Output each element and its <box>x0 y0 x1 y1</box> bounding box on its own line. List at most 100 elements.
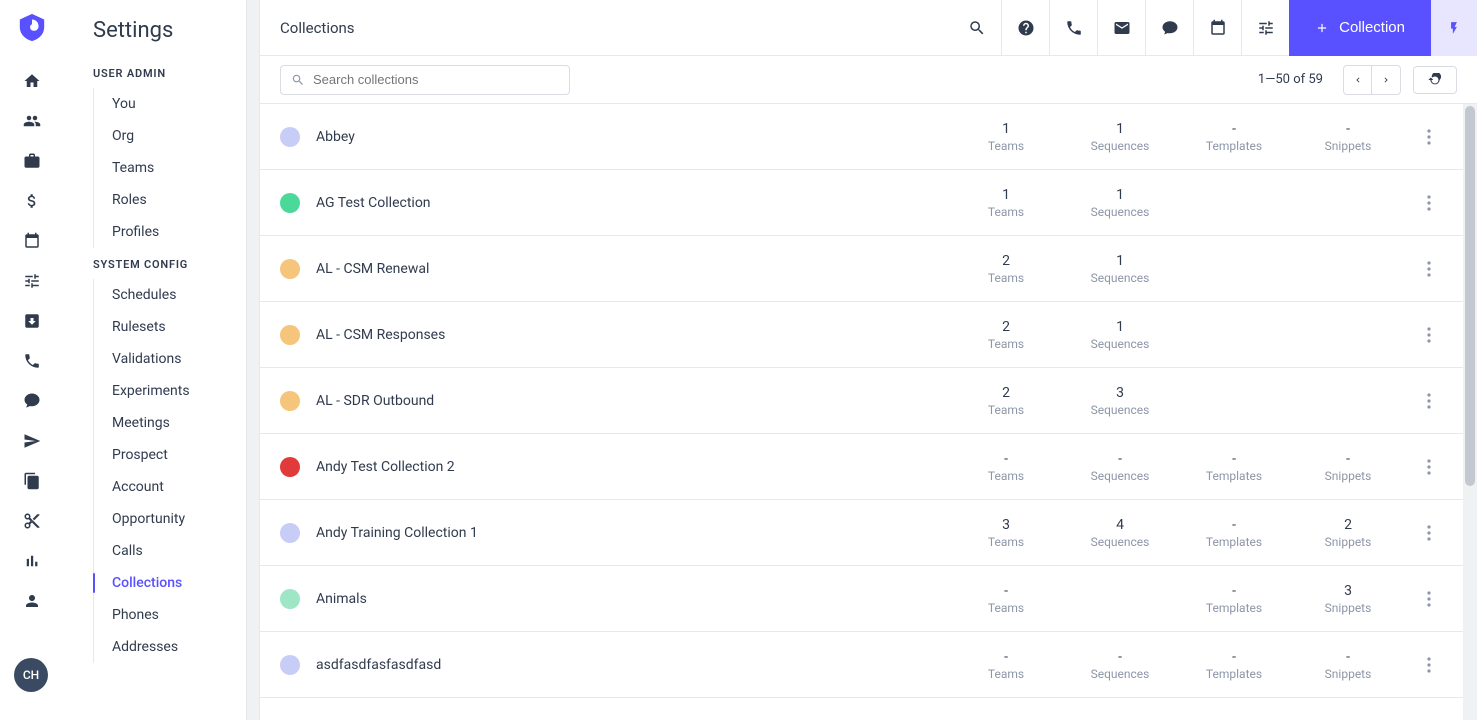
collection-row[interactable]: AL - SDR Outbound2Teams3Sequences <box>260 368 1477 434</box>
nav-item-account[interactable]: Account <box>94 471 247 503</box>
stat-teams: -Teams <box>949 583 1063 615</box>
row-more-button[interactable] <box>1417 389 1441 413</box>
settings-scrollbar-thumb[interactable] <box>249 2 257 66</box>
rail-user-icon[interactable] <box>13 582 51 620</box>
collection-row[interactable]: Andy Test Collection 2-Teams-Sequences-T… <box>260 434 1477 500</box>
settings-scrollbar-down-arrow[interactable] <box>247 708 259 720</box>
header-mail-icon[interactable] <box>1097 0 1145 56</box>
collection-row[interactable]: Andy Training Collection 13Teams4Sequenc… <box>260 500 1477 566</box>
header-calendar-icon[interactable] <box>1193 0 1241 56</box>
row-more-button[interactable] <box>1417 257 1441 281</box>
collection-color-dot <box>280 325 300 345</box>
nav-item-meetings[interactable]: Meetings <box>94 407 247 439</box>
rail-calendar-icon[interactable] <box>13 222 51 260</box>
stat-label: Teams <box>949 667 1063 681</box>
nav-item-schedules[interactable]: Schedules <box>94 279 247 311</box>
collection-row[interactable]: AG Test Collection1Teams1Sequences <box>260 170 1477 236</box>
stat-value: 2 <box>1291 517 1405 533</box>
rail-people-icon[interactable] <box>13 102 51 140</box>
nav-item-rulesets[interactable]: Rulesets <box>94 311 247 343</box>
settings-nav: USER ADMIN YouOrgTeamsRolesProfiles SYST… <box>63 57 259 663</box>
rail-copy-icon[interactable] <box>13 462 51 500</box>
row-more-button[interactable] <box>1417 455 1441 479</box>
rail-briefcase-icon[interactable] <box>13 142 51 180</box>
rail-phone-icon[interactable] <box>13 342 51 380</box>
main-scrollbar-thumb[interactable] <box>1465 106 1475 486</box>
settings-panel: Settings USER ADMIN YouOrgTeamsRolesProf… <box>63 0 260 720</box>
rail-download-box-icon[interactable] <box>13 302 51 340</box>
collection-color-dot <box>280 655 300 675</box>
nav-item-calls[interactable]: Calls <box>94 535 247 567</box>
nav-item-profiles[interactable]: Profiles <box>94 216 247 248</box>
row-more-button[interactable] <box>1417 521 1441 545</box>
header-search-icon[interactable] <box>953 0 1001 56</box>
page-title: Collections <box>280 19 355 37</box>
header-help-icon[interactable] <box>1001 0 1049 56</box>
nav-item-opportunity[interactable]: Opportunity <box>94 503 247 535</box>
quick-actions-button[interactable] <box>1431 0 1477 56</box>
user-avatar-initials: CH <box>23 668 39 682</box>
rail-dollar-icon[interactable] <box>13 182 51 220</box>
row-more-button[interactable] <box>1417 125 1441 149</box>
stat-teams: 2Teams <box>949 319 1063 351</box>
collection-color-dot <box>280 457 300 477</box>
rail-scissors-icon[interactable] <box>13 502 51 540</box>
header-sliders-icon[interactable] <box>1241 0 1289 56</box>
user-avatar[interactable]: CH <box>14 658 48 692</box>
rail-sliders-icon[interactable] <box>13 262 51 300</box>
nav-item-teams[interactable]: Teams <box>94 152 247 184</box>
stat-value: 4 <box>1063 517 1177 533</box>
header-phone-icon[interactable] <box>1049 0 1097 56</box>
header-chat-icon[interactable] <box>1145 0 1193 56</box>
main-scrollbar-track[interactable] <box>1463 104 1477 720</box>
collection-name: Andy Training Collection 1 <box>316 525 949 541</box>
row-more-button[interactable] <box>1417 191 1441 215</box>
toolbar: 1—50 of 59 <box>260 56 1477 104</box>
search-input[interactable] <box>313 72 559 87</box>
pager-next-button[interactable] <box>1372 66 1400 94</box>
stat-label: Sequences <box>1063 535 1177 549</box>
settings-scrollbar-track[interactable] <box>247 0 259 720</box>
collection-row[interactable]: AL - CSM Renewal2Teams1Sequences <box>260 236 1477 302</box>
nav-item-you[interactable]: You <box>94 88 247 120</box>
nav-item-roles[interactable]: Roles <box>94 184 247 216</box>
pager-prev-button[interactable] <box>1344 66 1372 94</box>
nav-item-collections[interactable]: Collections <box>94 567 247 599</box>
refresh-button[interactable] <box>1413 66 1457 94</box>
nav-item-phones[interactable]: Phones <box>94 599 247 631</box>
stat-templates: -Templates <box>1177 649 1291 681</box>
stat-sequences: 1Sequences <box>1063 253 1177 285</box>
stat-sequences: 4 Sequences <box>1063 517 1177 549</box>
nav-item-prospect[interactable]: Prospect <box>94 439 247 471</box>
stat-label: Templates <box>1177 469 1291 483</box>
rail-chat-icon[interactable] <box>13 382 51 420</box>
nav-item-org[interactable]: Org <box>94 120 247 152</box>
new-collection-button[interactable]: Collection <box>1289 0 1431 56</box>
collection-row[interactable]: asdfasdfasfasdfasd-Teams-Sequences-Templ… <box>260 632 1477 698</box>
stat-label: Sequences <box>1063 337 1177 351</box>
nav-item-validations[interactable]: Validations <box>94 343 247 375</box>
app-logo[interactable] <box>17 12 47 42</box>
stat-templates: -Templates <box>1177 451 1291 483</box>
nav-item-addresses[interactable]: Addresses <box>94 631 247 663</box>
stat-value: - <box>1177 649 1291 665</box>
collection-row[interactable]: AL - CSM Responses2Teams1Sequences <box>260 302 1477 368</box>
stat-teams: 2Teams <box>949 385 1063 417</box>
stat-value: - <box>1177 583 1291 599</box>
stat-label: Templates <box>1177 601 1291 615</box>
row-more-button[interactable] <box>1417 587 1441 611</box>
rail-home-icon[interactable] <box>13 62 51 100</box>
collection-row[interactable]: Abbey1Teams1Sequences-Templates-Snippets <box>260 104 1477 170</box>
stat-label: Sequences <box>1063 205 1177 219</box>
stat-templates: -Templates <box>1177 517 1291 549</box>
search-box[interactable] <box>280 65 570 95</box>
stat-sequences: -Sequences <box>1063 649 1177 681</box>
stat-value: - <box>1177 517 1291 533</box>
rail-send-icon[interactable] <box>13 422 51 460</box>
row-more-button[interactable] <box>1417 653 1441 677</box>
stat-sequences: 3Sequences <box>1063 385 1177 417</box>
row-more-button[interactable] <box>1417 323 1441 347</box>
nav-item-experiments[interactable]: Experiments <box>94 375 247 407</box>
collection-row[interactable]: Animals-Teams-Templates3Snippets <box>260 566 1477 632</box>
rail-chart-icon[interactable] <box>13 542 51 580</box>
